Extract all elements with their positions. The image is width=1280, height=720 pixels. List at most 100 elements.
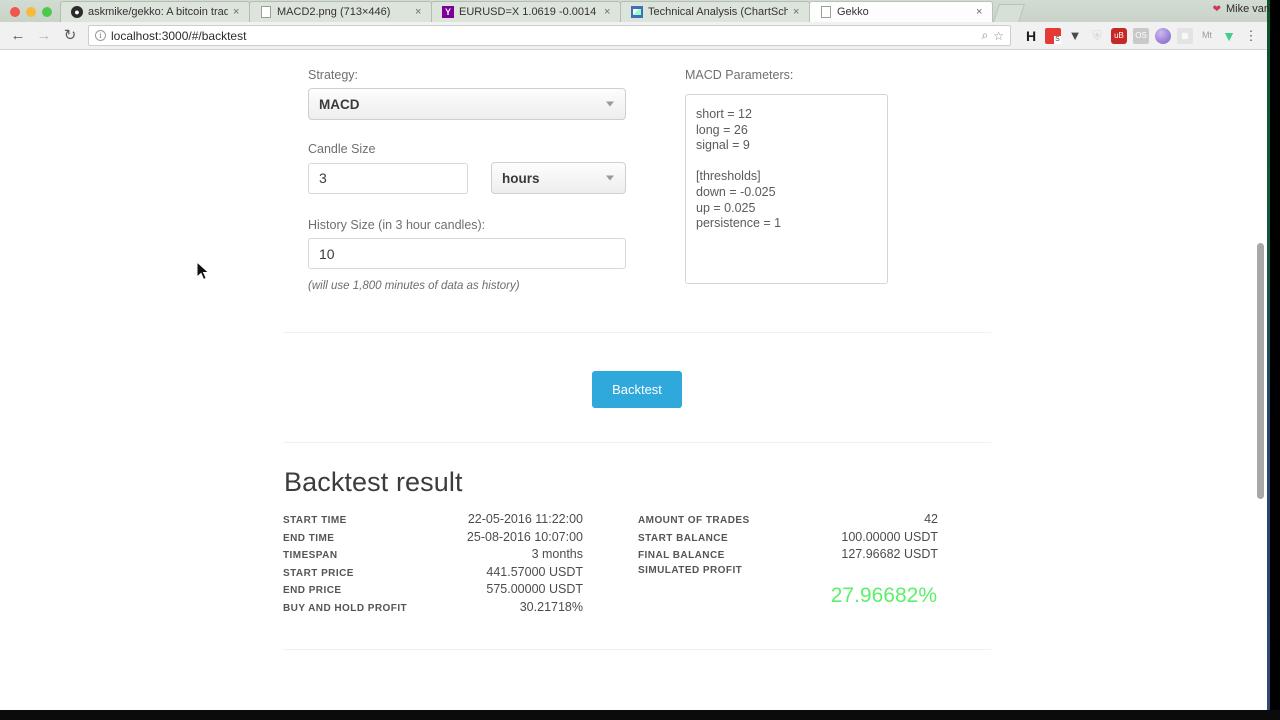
page-viewport: Strategy: MACD Candle Size 3 hours Histo… (0, 50, 1267, 710)
window-traffic-lights[interactable] (4, 7, 60, 22)
ublock-extension-icon[interactable]: uB (1111, 27, 1127, 44)
document-icon (260, 6, 272, 18)
chart-icon (631, 6, 643, 18)
macd-parameters-label: MACD Parameters: (685, 68, 794, 82)
candle-size-row: hours (308, 162, 643, 194)
browser-tabstrip: ● askmike/gekko: A bitcoin trad × MACD2.… (0, 0, 1267, 22)
result-value: 441.57000 USDT (486, 564, 583, 579)
results-left-column: START TIME 22-05-2016 11:22:00 END TIME … (283, 512, 583, 617)
tab-close-icon[interactable]: × (604, 6, 614, 18)
strategy-select-wrapper[interactable]: MACD (308, 88, 626, 120)
result-value: 22-05-2016 11:22:00 (467, 512, 583, 526)
backtest-action-section: Backtest (283, 333, 991, 442)
table-row: START PRICE 441.57000 USDT (283, 565, 583, 579)
browser-tab-gekko[interactable]: Gekko × (809, 1, 993, 22)
config-right-column: MACD Parameters: short = 12 long = 26 si… (643, 68, 963, 292)
reload-button[interactable]: ↻ (60, 26, 80, 46)
browser-tab-eurusd[interactable]: Y EURUSD=X 1.0619 -0.0014 × (431, 1, 621, 22)
result-key: BUY AND HOLD PROFIT (283, 602, 408, 614)
os-extension-icon[interactable]: OS (1133, 27, 1149, 44)
backtest-result-section: Backtest result START TIME 22-05-2016 11… (283, 467, 991, 617)
close-window-button[interactable] (10, 7, 20, 17)
table-row: FINAL BALANCE 127.96682 USDT (638, 547, 938, 561)
result-value: 3 months (531, 547, 583, 561)
table-row: AMOUNT OF TRADES 42 (638, 512, 938, 526)
new-tab-button[interactable] (993, 4, 1025, 22)
backtest-button[interactable]: Backtest (592, 371, 682, 408)
vue-devtools-extension-icon[interactable]: ▼ (1221, 28, 1237, 44)
config-form-row: Strategy: MACD Candle Size 3 hours Histo… (283, 68, 991, 292)
table-row: SIMULATED PROFIT (638, 565, 938, 576)
desktop-wallpaper-edge (1267, 0, 1270, 720)
maximize-window-button[interactable] (42, 7, 52, 17)
strategy-label: Strategy: (308, 68, 359, 82)
tab-close-icon[interactable]: × (233, 6, 243, 18)
browser-tab-technical-analysis[interactable]: Technical Analysis (ChartScho × (620, 1, 810, 22)
backtest-config-section: Strategy: MACD Candle Size 3 hours Histo… (283, 68, 991, 292)
extension-toolbar: H ▼ ⛨ uB OS ▦ Mt ▼ ⋮ (1019, 27, 1259, 44)
globe-extension-icon[interactable] (1155, 27, 1171, 44)
mt-extension-icon[interactable]: Mt (1199, 28, 1215, 44)
results-grid: START TIME 22-05-2016 11:22:00 END TIME … (283, 512, 991, 617)
simulated-profit-value: 27.96682% (830, 583, 937, 607)
candle-unit-select-wrapper[interactable]: hours (491, 162, 626, 194)
history-size-input[interactable] (308, 238, 626, 269)
document-icon (820, 6, 832, 18)
history-hint-text: (will use 1,800 minutes of data as histo… (308, 280, 520, 292)
page-scrollbar-track[interactable] (1254, 50, 1267, 710)
result-value: 42 (924, 512, 938, 526)
results-right-column: AMOUNT OF TRADES 42 START BALANCE 100.00… (638, 512, 938, 617)
browser-tab-macd-png[interactable]: MACD2.png (713×446) × (249, 1, 432, 22)
desktop-bottom-gutter (0, 710, 1280, 720)
tab-title: MACD2.png (713×446) (277, 6, 391, 18)
table-row: BUY AND HOLD PROFIT 30.21718% (283, 600, 583, 614)
backtest-button-area: Backtest (283, 333, 991, 442)
yahoo-icon: Y (442, 6, 454, 18)
minimize-window-button[interactable] (26, 7, 36, 17)
table-row: TIMESPAN 3 months (283, 547, 583, 561)
config-left-column: Strategy: MACD Candle Size 3 hours Histo… (283, 68, 643, 292)
table-row: START BALANCE 100.00000 USDT (638, 530, 938, 544)
tab-title: askmike/gekko: A bitcoin trad (88, 6, 228, 18)
candle-unit-select[interactable]: hours (491, 162, 626, 194)
result-key: AMOUNT OF TRADES (638, 515, 750, 526)
page-title: Backtest result (284, 467, 463, 497)
result-key: START TIME (283, 515, 347, 526)
tab-close-icon[interactable]: × (793, 6, 803, 18)
forward-button[interactable]: → (34, 26, 54, 46)
tab-title: Technical Analysis (ChartScho (648, 6, 788, 18)
tab-close-icon[interactable]: × (976, 6, 986, 18)
browser-tab-github[interactable]: ● askmike/gekko: A bitcoin trad × (60, 1, 250, 22)
strategy-select[interactable]: MACD (308, 88, 626, 120)
pocket-extension-icon[interactable]: ▼ (1067, 28, 1083, 44)
chrome-browser-window: ● askmike/gekko: A bitcoin trad × MACD2.… (0, 0, 1267, 710)
bookmark-star-icon[interactable]: ☆ (993, 29, 1004, 43)
macos-desktop: ❤ Mike van ● askmike/gekko: A bitcoin tr… (0, 0, 1280, 720)
address-bar-url: localhost:3000/#/backtest (111, 28, 247, 43)
search-icon[interactable]: ⌕ (982, 28, 989, 43)
qr-extension-icon[interactable]: ▦ (1177, 27, 1193, 44)
honey-extension-icon[interactable]: H (1023, 28, 1039, 44)
page-scrollbar-thumb[interactable] (1257, 243, 1264, 499)
result-value: 30.21718% (519, 599, 583, 614)
section-divider-bottom (283, 649, 991, 650)
address-bar[interactable]: i localhost:3000/#/backtest ⌕ ☆ (88, 25, 1011, 46)
result-key: FINAL BALANCE (638, 550, 725, 561)
table-row: END TIME 25-08-2016 10:07:00 (283, 530, 583, 544)
table-row: END PRICE 575.00000 USDT (283, 582, 583, 596)
result-value: 25-08-2016 10:07:00 (466, 529, 583, 544)
site-info-icon[interactable]: i (95, 30, 106, 41)
back-button[interactable]: ← (8, 26, 28, 46)
result-value: 575.00000 USDT (486, 582, 583, 596)
ghostery-extension-icon[interactable]: ⛨ (1089, 28, 1105, 44)
red-s-extension-icon[interactable] (1045, 27, 1061, 44)
macd-parameters-textarea[interactable]: short = 12 long = 26 signal = 9 [thresho… (685, 94, 888, 284)
tab-close-icon[interactable]: × (415, 6, 425, 18)
candle-size-input[interactable] (308, 162, 468, 194)
result-key: SIMULATED PROFIT (638, 564, 743, 576)
table-row: START TIME 22-05-2016 11:22:00 (283, 512, 583, 526)
result-key: END PRICE (283, 585, 342, 596)
desktop-right-gutter (1267, 0, 1280, 720)
history-size-label: History Size (in 3 hour candles): (308, 218, 486, 232)
chrome-menu-icon[interactable]: ⋮ (1243, 28, 1259, 44)
